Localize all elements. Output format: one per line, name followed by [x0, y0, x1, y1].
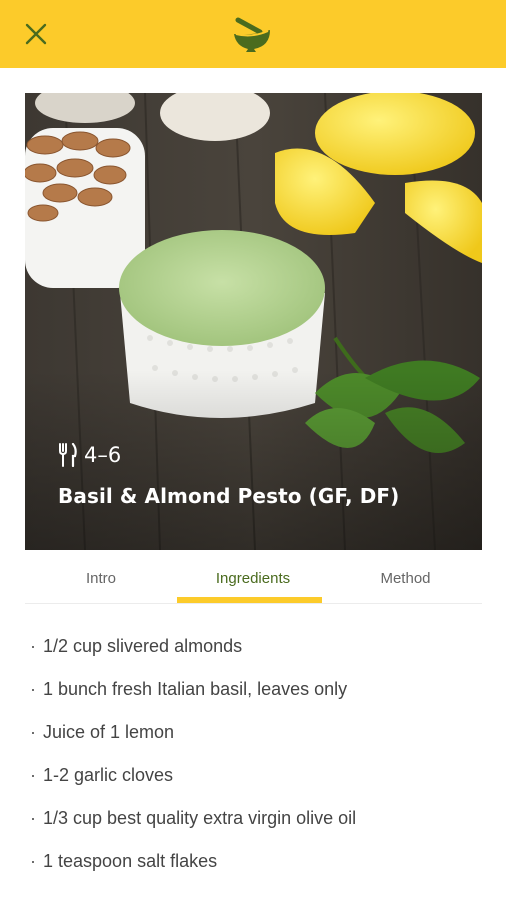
ingredient-text: 1/3 cup best quality extra virgin olive …	[43, 808, 357, 828]
list-item: · Juice of 1 lemon	[30, 722, 175, 742]
list-item: · 1 bunch fresh Italian basil, leaves onl…	[30, 679, 348, 699]
tab-intro[interactable]: Intro	[25, 552, 177, 604]
recipe-tabs: Intro Ingredients Method	[25, 552, 482, 604]
servings: 4–6	[58, 443, 121, 467]
list-item: · 1 teaspoon salt flakes	[30, 851, 218, 871]
ingredient-text: Juice of 1 lemon	[43, 722, 175, 742]
mortar-pestle-icon	[234, 17, 270, 52]
recipe-title: Basil & Almond Pesto (GF, DF)	[58, 484, 400, 508]
list-item: · 1-2 garlic cloves	[30, 765, 174, 785]
recipe-hero-image: 4–6 Basil & Almond Pesto (GF, DF)	[25, 93, 482, 550]
close-icon	[25, 23, 47, 45]
tab-method[interactable]: Method	[329, 552, 482, 604]
ingredient-text: 1 teaspoon salt flakes	[43, 851, 218, 871]
list-item: · 1/3 cup best quality extra virgin olive…	[30, 808, 357, 828]
app-header	[0, 0, 506, 68]
ingredient-text: 1/2 cup slivered almonds	[43, 636, 243, 656]
ingredient-text: 1-2 garlic cloves	[43, 765, 174, 785]
ingredient-text: 1 bunch fresh Italian basil, leaves only	[43, 679, 348, 699]
servings-value: 4–6	[84, 443, 122, 467]
close-button[interactable]	[18, 16, 54, 52]
ingredient-list: · 1/2 cup slivered almonds · 1 bunch fresh…	[30, 625, 490, 883]
list-item: · 1/2 cup slivered almonds	[30, 636, 243, 656]
fork-knife-icon	[59, 443, 77, 467]
active-tab-indicator	[177, 597, 322, 603]
